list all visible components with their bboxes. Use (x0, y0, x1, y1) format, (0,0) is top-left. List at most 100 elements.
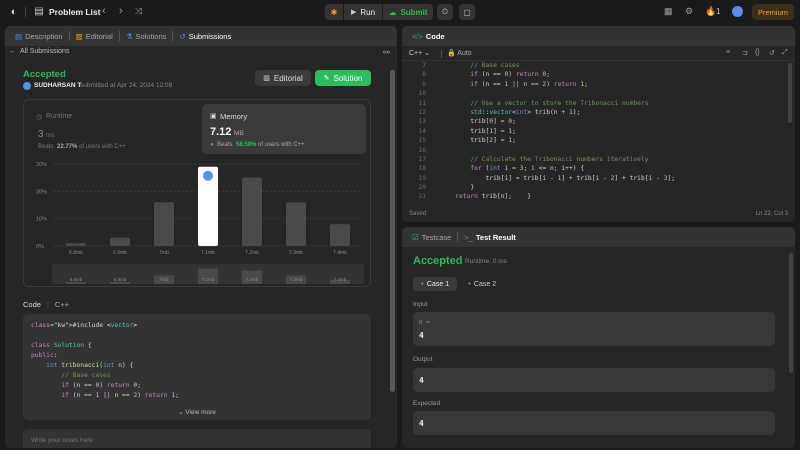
user-marker-icon (203, 170, 213, 181)
tab-editorial[interactable]: ▥ Editorial (72, 32, 117, 41)
run-button[interactable]: ▶ Run (344, 4, 382, 20)
fire-streak-icon[interactable]: 🔥 (705, 6, 716, 17)
bookmark-icon[interactable]: ⊐ (742, 49, 748, 57)
username[interactable]: SUDHARSAN T (34, 82, 81, 89)
memory-stat[interactable]: ▣ Memory 7.12 MB ● Beats 58.59% of users… (202, 104, 366, 154)
reset-icon[interactable]: ↺ (769, 49, 775, 57)
debug-button[interactable]: ✱ (325, 4, 343, 20)
left-tabs: ▤ Description ▥ Editorial ⚗ Solutions ↺ Subm… (5, 26, 397, 46)
next-problem-icon[interactable]: › (119, 5, 123, 17)
play-icon: ▶ (350, 9, 357, 16)
chart-bar[interactable] (286, 202, 306, 246)
braces-icon[interactable]: {} (755, 49, 760, 56)
code-line: 21 return trib[n]; } (402, 192, 787, 201)
cloud-upload-icon: ☁ (388, 7, 397, 17)
auto-mode[interactable]: 🔒 Auto (447, 49, 472, 57)
chart-bar[interactable] (154, 202, 174, 246)
tab-solutions[interactable]: ⚗ Solutions (122, 32, 171, 41)
user-avatar[interactable] (23, 82, 31, 90)
streak-count: 1 (716, 7, 721, 16)
input-var: n = (419, 319, 430, 326)
chevron-down-icon: ⌄ (178, 409, 184, 416)
tab-code[interactable]: </> Code (408, 32, 449, 41)
book-icon: ▥ (75, 31, 83, 41)
range-tick-label: 7mb (160, 277, 169, 282)
x-tick-label: 7.4mb (333, 250, 347, 256)
code-preview-line: if (n == 1 || n == 2) return 1; (61, 392, 179, 399)
tab-separator (457, 232, 459, 242)
x-tick-label: 6.9mb (113, 250, 127, 256)
edit-icon: ✎ (323, 75, 330, 82)
chart-bar[interactable] (66, 243, 86, 246)
terminal-icon: >_ (464, 232, 473, 242)
code-line: 14 trib[1] = 1; (402, 127, 787, 136)
notes-button[interactable]: ▢ (459, 4, 475, 20)
leetcode-logo-icon[interactable]: ◐ (8, 6, 20, 18)
expected-box: 4 (413, 411, 775, 435)
notes-input[interactable]: Write your notes here (23, 429, 371, 448)
submit-button[interactable]: ☁ Submit (383, 4, 433, 20)
code-line: 19 trib[i] = trib[i - 1] + trib[i - 2] +… (402, 174, 787, 183)
problem-list-link[interactable]: Problem List (49, 7, 100, 17)
y-tick-label: 10% (36, 217, 47, 223)
premium-button[interactable]: Premium (752, 4, 794, 20)
code-line: 12 std::vector<int> trib(n + 1); (402, 108, 787, 117)
share-link-icon[interactable]: ⚯ (383, 48, 390, 57)
runtime-stat[interactable]: ◷ Runtime 3 ms Beats 22.77% of users wit… (28, 104, 196, 154)
chart-bar[interactable] (110, 237, 130, 246)
code-preview-line: public: (31, 352, 58, 359)
tab-submissions[interactable]: ↺ Submissions (175, 32, 235, 41)
submitted-time: submitted at Apr 24, 2024 12:09 (80, 82, 173, 89)
code-line: 15 trib[2] = 1; (402, 136, 787, 145)
left-scrollbar[interactable] (390, 70, 395, 392)
editor-scrollbar[interactable] (788, 63, 792, 123)
code-section-header: Code | C++ (23, 300, 70, 309)
prev-problem-icon[interactable]: ‹ (102, 5, 106, 17)
line-number: 16 (418, 146, 426, 154)
gear-icon[interactable]: ⚙ (685, 6, 693, 17)
save-status: Saved (409, 211, 427, 217)
tab-description[interactable]: ▤ Description (11, 32, 67, 41)
chart-bar[interactable] (330, 224, 350, 246)
code-editor-panel: </> Code C++ ⌄ 🔒 Auto ≡ ⊐ {} ↺ ⤢ 7 // Bas… (402, 26, 795, 222)
chart-bar[interactable] (242, 177, 262, 246)
result-status: Accepted (413, 255, 463, 267)
chevron-down-icon: ⌄ (424, 50, 431, 57)
menu-icon[interactable]: ≡ (726, 49, 730, 56)
line-number: 7 (422, 62, 426, 69)
code-line: 9 if (n == 1 || n == 2) return 1; (402, 80, 787, 89)
code-line: 17 // Calculate the Tribonacci numbers i… (402, 155, 787, 164)
clock-icon: ◷ (36, 114, 43, 121)
output-box: 4 (413, 368, 775, 392)
range-tick-label: 7.1mb (202, 277, 215, 282)
shuffle-icon[interactable]: ⤨ (135, 6, 142, 17)
editorial-button[interactable]: ▥ Editorial (255, 70, 311, 86)
line-number: 9 (422, 80, 426, 88)
case-1-tab[interactable]: ● Case 1 (413, 277, 457, 291)
arrow-left-icon: ← (9, 48, 16, 55)
tab-test-result[interactable]: >_ Test Result (460, 233, 519, 242)
editor-code-area[interactable]: 7 // Base cases 8 if (n == 0) return 0; 9 … (402, 61, 787, 206)
view-more-button[interactable]: ⌄ View more (23, 408, 371, 416)
timer-button[interactable]: ⏲ (437, 4, 453, 20)
range-tick-label: 6.9mb (114, 277, 127, 282)
language-select[interactable]: C++ ⌄ (409, 49, 430, 57)
result-scrollbar[interactable] (789, 253, 793, 373)
flask-icon: ⚗ (125, 31, 133, 41)
tab-testcase[interactable]: ☑ Testcase (408, 233, 455, 242)
solution-button[interactable]: ✎ Solution (315, 70, 371, 86)
range-tick-label: 7.2mb (246, 277, 259, 282)
list-icon[interactable]: ▤ (34, 6, 44, 17)
code-line: 20 } (402, 183, 787, 192)
back-to-submissions[interactable]: ← All Submissions (9, 48, 69, 55)
input-label: Input (413, 301, 428, 308)
grid-layout-icon[interactable]: ▦ (664, 6, 673, 17)
code-line: 11 // Use a vector to store the Tribonac… (402, 99, 787, 108)
avatar[interactable] (732, 6, 743, 17)
code-preview-lines: class="kw">#include <vector> class Soluti… (31, 321, 363, 401)
x-tick-label: 7.2mb (245, 250, 259, 256)
history-icon: ↺ (179, 31, 186, 41)
fullscreen-icon[interactable]: ⤢ (782, 49, 788, 57)
case-2-tab[interactable]: ● Case 2 (460, 277, 504, 291)
memory-distribution-chart: 30% 20% 10% 0% 6.8mb 6.9mb 7mb 7.1mb 7.2mb 7.3mb 7… (36, 162, 364, 284)
